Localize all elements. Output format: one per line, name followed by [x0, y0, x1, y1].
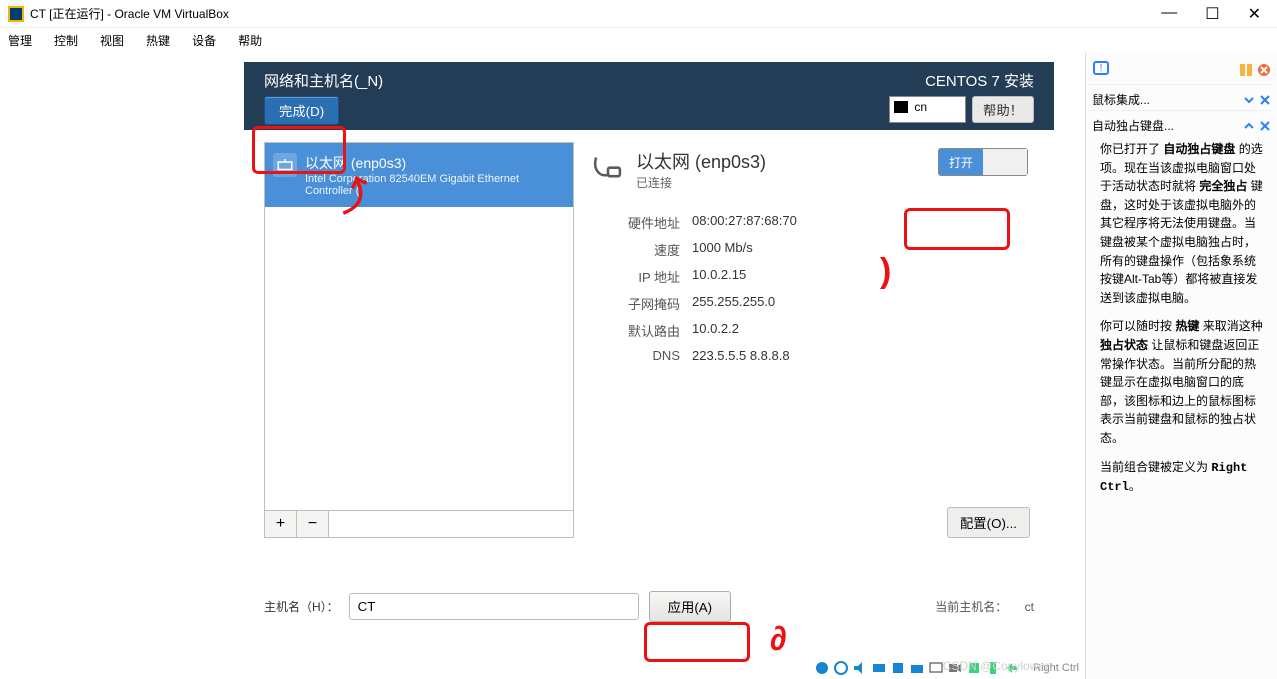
notification-body: 你已打开了 自动独占键盘 的选项。现在当该虚拟电脑窗口处于活动状态时就将 完全独… — [1090, 136, 1273, 499]
ethernet-icon — [273, 153, 297, 177]
notification-panel: ! 鼠标集成... 自动独占键盘... 你已打开了 自动独占键盘 的选项。现在当… — [1085, 52, 1277, 679]
prop-label: 硬件地址 — [590, 213, 680, 232]
toggle-on-label: 打开 — [939, 149, 983, 175]
display-icon[interactable] — [928, 660, 944, 676]
done-button[interactable]: 完成(D) — [264, 96, 339, 125]
menu-help[interactable]: 帮助 — [238, 32, 262, 49]
connection-toggle[interactable]: 打开 — [938, 148, 1028, 176]
menu-manage[interactable]: 管理 — [8, 32, 32, 49]
installer-title: 网络和主机名(_N) — [264, 70, 383, 91]
virtualbox-icon — [8, 6, 24, 22]
hostname-row: 主机名（H）： 应用(A) 当前主机名： ct — [264, 591, 1034, 622]
usb-icon[interactable] — [890, 660, 906, 676]
add-device-button[interactable]: + — [265, 511, 297, 537]
installer-window: 网络和主机名(_N) CENTOS 7 安装 完成(D) cn 帮助！ — [244, 62, 1054, 650]
panel-close-icon[interactable] — [1257, 63, 1271, 77]
dismiss-icon[interactable] — [1259, 120, 1271, 132]
prop-value: 1000 Mb/s — [692, 240, 753, 259]
prop-value: 255.255.255.0 — [692, 294, 775, 313]
network-properties: 硬件地址 08:00:27:87:68:70 速度 1000 Mb/s IP 地址 1… — [590, 213, 1030, 363]
help-button[interactable]: 帮助！ — [972, 96, 1034, 123]
prop-value: 10.0.2.2 — [692, 321, 739, 340]
window-minimize-button[interactable]: — — [1161, 4, 1177, 24]
locale-indicator[interactable]: cn — [889, 96, 966, 123]
network-device-list: 以太网 (enp0s3) Intel Corporation 82540EM G… — [264, 142, 574, 538]
status-label: 已连接 — [636, 174, 766, 191]
device-desc: Intel Corporation 82540EM Gigabit Ethern… — [305, 173, 565, 197]
menu-devices[interactable]: 设备 — [192, 32, 216, 49]
ethernet-large-icon — [590, 148, 626, 184]
optical-icon[interactable] — [833, 660, 849, 676]
prop-value: 10.0.2.15 — [692, 267, 746, 286]
dismiss-icon[interactable] — [1259, 94, 1271, 106]
menu-hotkey[interactable]: 热键 — [146, 32, 170, 49]
remove-device-button[interactable]: − — [297, 511, 329, 537]
prop-label: DNS — [590, 348, 680, 363]
prop-value: 08:00:27:87:68:70 — [692, 213, 797, 232]
watermark: CSDN @Copylower — [943, 659, 1049, 673]
svg-text:!: ! — [1100, 63, 1103, 74]
device-name: 以太网 (enp0s3) — [305, 153, 565, 173]
vm-display: 网络和主机名(_N) CENTOS 7 安装 完成(D) cn 帮助！ — [0, 52, 1085, 679]
menu-view[interactable]: 视图 — [100, 32, 124, 49]
apply-button[interactable]: 应用(A) — [649, 591, 731, 622]
prop-label: 子网掩码 — [590, 294, 680, 313]
audio-icon[interactable] — [852, 660, 868, 676]
harddisk-icon[interactable] — [814, 660, 830, 676]
notification-mouse-header[interactable]: 鼠标集成... — [1090, 84, 1273, 110]
window-titlebar: CT [正在运行] - Oracle VM VirtualBox — ☐ ✕ — [0, 0, 1277, 28]
prop-label: IP 地址 — [590, 267, 680, 286]
hostname-label: 主机名（H）： — [264, 598, 339, 615]
hostname-input[interactable] — [349, 593, 639, 620]
panel-dock-icon[interactable] — [1239, 63, 1253, 77]
configure-button[interactable]: 配置(O)... — [947, 507, 1030, 538]
network-detail-pane: 以太网 (enp0s3) 已连接 打开 硬件地址 08:00:27:87:68:7… — [586, 142, 1034, 538]
installer-header: 网络和主机名(_N) CENTOS 7 安装 完成(D) cn 帮助！ — [244, 62, 1054, 130]
detail-device-name: 以太网 (enp0s3) — [636, 148, 766, 174]
panel-toolbar: ! — [1090, 56, 1273, 84]
collapse-icon[interactable] — [1243, 94, 1255, 106]
window-maximize-button[interactable]: ☐ — [1205, 4, 1219, 24]
installer-distro-label: CENTOS 7 安装 — [925, 70, 1034, 91]
info-icon[interactable]: ! — [1092, 60, 1112, 80]
prop-label: 速度 — [590, 240, 680, 259]
prop-value: 223.5.5.5 8.8.8.8 — [692, 348, 790, 363]
network-device-item[interactable]: 以太网 (enp0s3) Intel Corporation 82540EM G… — [265, 143, 573, 207]
prop-label: 默认路由 — [590, 321, 680, 340]
window-close-button[interactable]: ✕ — [1248, 4, 1261, 24]
menubar: 管理 控制 视图 热键 设备 帮助 — [0, 28, 1277, 52]
collapse-icon[interactable] — [1243, 120, 1255, 132]
current-hostname-value: ct — [1025, 600, 1034, 614]
shared-folders-icon[interactable] — [909, 660, 925, 676]
notification-keyboard-header[interactable]: 自动独占键盘... — [1090, 110, 1273, 136]
window-title: CT [正在运行] - Oracle VM VirtualBox — [30, 5, 1161, 22]
menu-control[interactable]: 控制 — [54, 32, 78, 49]
network-icon[interactable] — [871, 660, 887, 676]
current-hostname-label: 当前主机名： — [935, 600, 1007, 614]
